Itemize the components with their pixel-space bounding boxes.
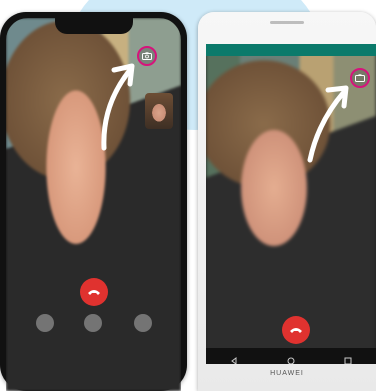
iphone-screen <box>6 18 181 391</box>
home-icon[interactable] <box>287 352 295 364</box>
switch-camera-icon <box>355 69 365 87</box>
arrow-annotation <box>307 85 349 163</box>
huawei-speaker <box>270 21 304 24</box>
video-toggle-button[interactable] <box>84 314 102 332</box>
hang-up-icon <box>87 283 101 301</box>
huawei-screen <box>206 44 376 364</box>
navigation-bar <box>206 348 376 364</box>
iphone-notch <box>54 18 133 34</box>
status-bar <box>206 44 376 56</box>
back-icon[interactable] <box>230 352 238 364</box>
arrow-annotation <box>101 63 135 151</box>
huawei-device: HUAWEI <box>198 12 376 391</box>
brand-label: HUAWEI <box>270 370 304 377</box>
iphone-device <box>0 12 187 391</box>
hang-up-icon <box>289 321 303 339</box>
switch-camera-icon <box>142 47 152 65</box>
switch-camera-button[interactable] <box>350 68 370 88</box>
mute-button[interactable] <box>36 314 54 332</box>
hang-up-button[interactable] <box>80 278 108 306</box>
speaker-button[interactable] <box>134 314 152 332</box>
self-view-thumbnail[interactable] <box>145 93 173 129</box>
recents-icon[interactable] <box>344 352 352 364</box>
hang-up-button[interactable] <box>282 316 310 344</box>
switch-camera-button[interactable] <box>137 46 157 66</box>
